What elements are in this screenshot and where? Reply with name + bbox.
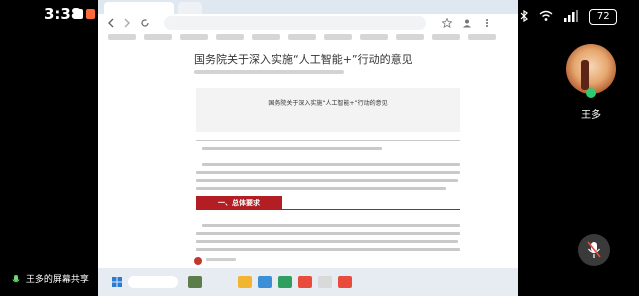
article-title: 国务院关于深入实施“人工智能+”行动的意见 <box>194 53 413 66</box>
avatar-figure <box>581 60 589 90</box>
article-meta <box>194 70 344 74</box>
salutation-line <box>202 147 382 150</box>
bookmark-item[interactable] <box>180 34 208 40</box>
shared-screen: 国务院关于深入实施“人工智能+”行动的意见 国务院关于深入实施“人工智能+”行动… <box>98 0 518 296</box>
mic-off-icon <box>587 241 601 258</box>
body-text-line <box>196 240 458 243</box>
body-text-line <box>196 171 460 174</box>
windows-start-icon[interactable] <box>112 277 122 287</box>
participant-tile[interactable]: 王多 <box>560 44 630 134</box>
body-text-line <box>196 187 446 190</box>
forward-icon[interactable] <box>122 18 132 28</box>
body-text-line <box>196 232 460 235</box>
bookmark-item[interactable] <box>288 34 316 40</box>
address-bar[interactable] <box>164 16 426 30</box>
taskbar-app[interactable] <box>338 276 352 288</box>
taskbar-app[interactable] <box>278 276 292 288</box>
system-icons: 72 <box>520 6 623 26</box>
taskbar-app[interactable] <box>318 276 332 288</box>
tab-strip <box>98 0 518 14</box>
mic-icon <box>12 274 20 282</box>
document-title: 国务院关于深入实施“人工智能+”行动的意见 <box>268 100 388 107</box>
browser-tab-active[interactable] <box>104 2 174 14</box>
screen-share-label: 王多的屏幕共享 <box>12 272 89 285</box>
body-text-line <box>202 224 460 227</box>
body-text-line <box>202 163 460 166</box>
battery-indicator: 72 <box>589 8 618 25</box>
body-text-line <box>196 179 458 182</box>
taskbar-app[interactable] <box>188 276 202 288</box>
bookmark-item[interactable] <box>216 34 244 40</box>
taskbar <box>98 268 518 296</box>
bookmark-item[interactable] <box>468 34 496 40</box>
page-footer <box>98 252 518 268</box>
mic-active-icon <box>586 88 596 98</box>
footer-text <box>206 258 236 261</box>
bookmark-item[interactable] <box>324 34 352 40</box>
taskbar-search[interactable] <box>128 276 178 288</box>
site-logo <box>194 257 202 265</box>
avatar <box>566 44 616 94</box>
browser-tab[interactable] <box>178 2 202 14</box>
profile-icon[interactable] <box>462 18 472 28</box>
section-underline <box>282 209 460 210</box>
screen-share-text: 王多的屏幕共享 <box>25 275 89 285</box>
section-heading-label: 一、总体要求 <box>218 199 260 207</box>
system-tray <box>438 276 508 288</box>
taskbar-app[interactable] <box>298 276 312 288</box>
taskbar-app[interactable] <box>258 276 272 288</box>
back-icon[interactable] <box>106 18 116 28</box>
address-row <box>98 14 518 32</box>
section-heading: 一、总体要求 <box>196 196 282 210</box>
star-icon[interactable] <box>442 18 452 28</box>
reload-icon[interactable] <box>140 18 150 28</box>
taskbar-app[interactable] <box>238 276 252 288</box>
body-text-line <box>196 248 460 251</box>
bookmark-item[interactable] <box>360 34 388 40</box>
notification-icons <box>74 9 95 19</box>
divider <box>196 140 460 141</box>
menu-icon[interactable] <box>482 18 492 28</box>
article: 国务院关于深入实施“人工智能+”行动的意见 国务院关于深入实施“人工智能+”行动… <box>98 44 518 252</box>
bookmark-item[interactable] <box>396 34 424 40</box>
participant-name: 王多 <box>581 110 601 121</box>
document-header: 国务院关于深入实施“人工智能+”行动的意见 <box>196 88 460 132</box>
signal-icon <box>564 7 579 26</box>
bookmark-item[interactable] <box>144 34 172 40</box>
bookmark-item[interactable] <box>108 34 136 40</box>
wifi-icon <box>539 7 553 26</box>
bluetooth-icon <box>520 7 528 26</box>
bookmark-item[interactable] <box>252 34 280 40</box>
bookmark-item[interactable] <box>432 34 460 40</box>
mute-button[interactable] <box>578 234 610 266</box>
